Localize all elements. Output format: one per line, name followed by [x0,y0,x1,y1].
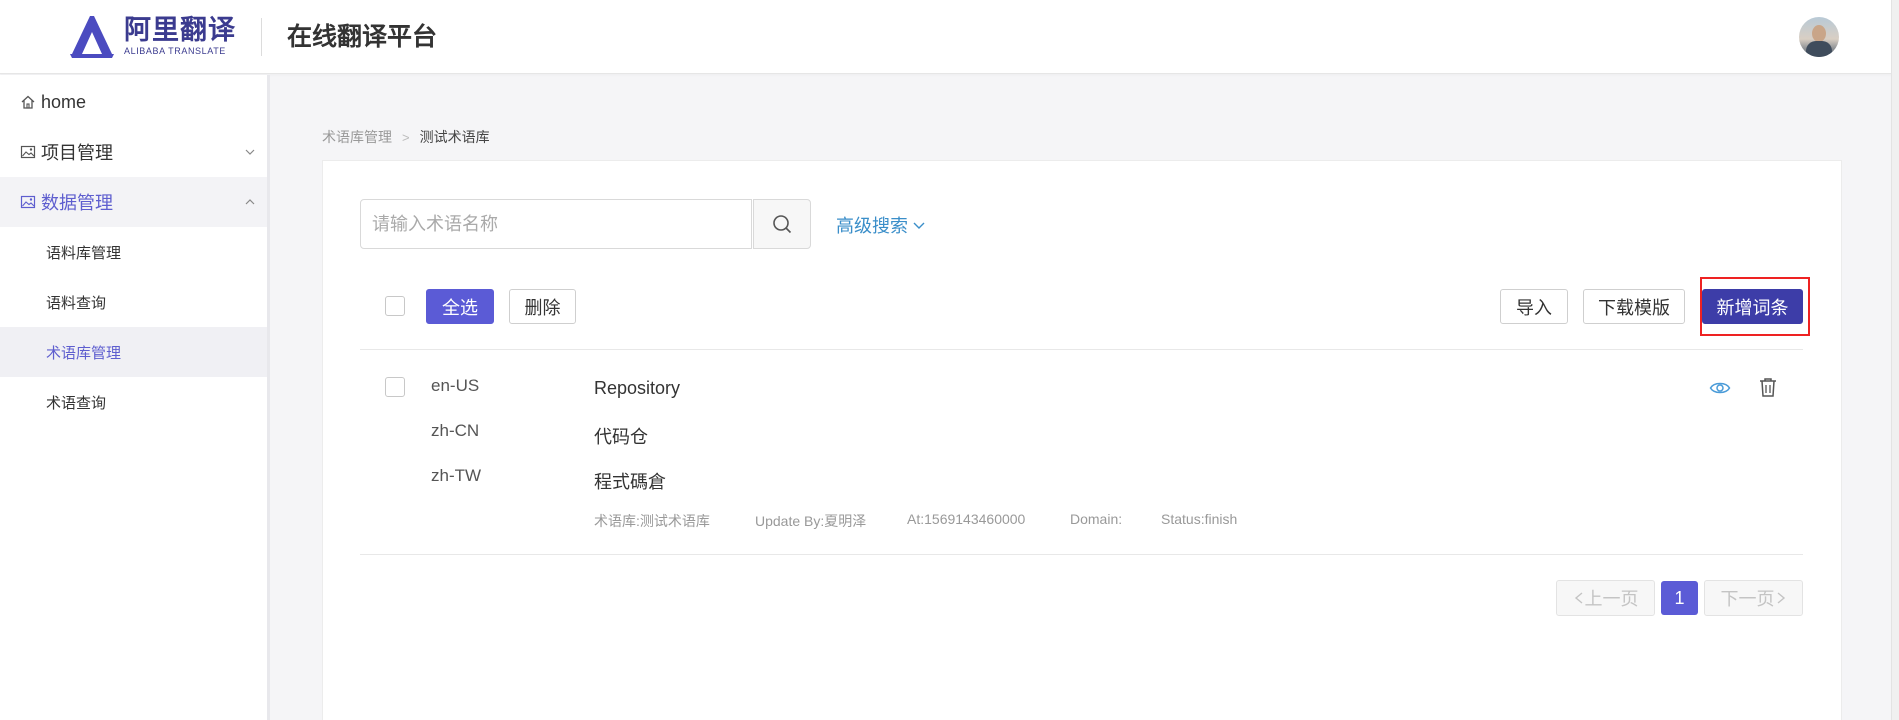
sidebar-item-label: 数据管理 [41,193,113,213]
search-button[interactable] [753,199,811,249]
avatar-face [1812,25,1826,42]
top-header: 阿里翻译 ALIBABA TRANSLATE 在线翻译平台 [0,0,1899,74]
entry-status: Status:finish [1161,511,1238,527]
add-entry-highlight-frame [1700,277,1810,336]
sidebar-subitem-corpus-management[interactable]: 语料库管理 [0,227,267,277]
term-search-input[interactable] [360,199,752,249]
breadcrumb-separator: > [402,129,410,145]
entry-lang-code: en-US [431,376,480,395]
breadcrumb: 术语库管理 > 测试术语库 [322,127,490,147]
entry-term-text: Repository [594,378,681,398]
entry-lang-code: zh-TW [431,466,482,485]
select-all-button[interactable]: 全选 [426,289,494,324]
entry-timestamp: At:1569143460000 [907,511,1026,527]
select-all-checkbox[interactable] [385,296,405,316]
delete-button[interactable]: 删除 [509,289,576,324]
sidebar-subitem-termbase-management[interactable]: 术语库管理 [0,327,267,377]
entry-checkbox[interactable] [385,377,405,397]
logo-mark-icon [70,16,114,58]
header-divider [261,18,262,56]
logo-chinese-name: 阿里翻译 [124,15,236,45]
entry-domain: Domain: [1070,511,1123,527]
entry-update-by: Update By:夏明泽 [755,513,867,529]
next-page-label: 下一页 [1720,589,1775,609]
sidebar-subitem-label: 语料库管理 [46,244,122,262]
next-page-button[interactable]: 下一页 [1704,580,1803,616]
chevron-down-icon [245,149,255,155]
breadcrumb-current: 测试术语库 [419,129,490,145]
entry-divider [360,554,1803,555]
trash-icon[interactable] [1757,376,1779,398]
home-icon [21,95,35,109]
breadcrumb-parent-link[interactable]: 术语库管理 [322,127,392,147]
entry-term-text: 程式碼倉 [594,472,666,492]
entry-lang-code: zh-CN [431,421,480,440]
sidebar-subitem-term-query[interactable]: 术语查询 [0,377,267,427]
advanced-search-link[interactable]: 高级搜索 [836,212,926,238]
avatar-body [1806,41,1832,57]
prev-page-button[interactable]: 上一页 [1556,580,1655,616]
prev-page-label: 上一页 [1584,589,1639,609]
page-scrollbar[interactable] [1891,0,1899,720]
sidebar-item-data-management[interactable]: 数据管理 [0,177,267,227]
chevron-right-icon [1777,592,1785,604]
chevron-up-icon [245,199,255,205]
logo-english-name: ALIBABA TRANSLATE [124,46,226,56]
advanced-search-label: 高级搜索 [836,216,908,236]
sidebar-subitem-label: 语料查询 [46,294,107,312]
sidebar-item-label: home [41,91,87,112]
sidebar-item-label: 项目管理 [41,143,113,163]
sidebar-subitem-corpus-query[interactable]: 语料查询 [0,277,267,327]
toolbar-divider [360,349,1803,350]
sidebar-subitem-label: 术语查询 [46,394,107,412]
entry-termbase: 术语库:测试术语库 [594,513,710,529]
sidebar-item-home[interactable]: home [0,77,267,127]
chevron-down-icon [913,222,925,229]
entry-term-text: 代码仓 [594,427,648,447]
user-avatar[interactable] [1799,17,1839,57]
search-icon [773,215,792,234]
download-template-button[interactable]: 下载模版 [1583,289,1685,324]
sidebar: home 项目管理 数据管理 语料库管理 语料查询 术语库管理 术语查询 [0,75,270,720]
import-button[interactable]: 导入 [1500,289,1568,324]
chevron-left-icon [1574,592,1582,604]
alibaba-translate-logo[interactable]: 阿里翻译 ALIBABA TRANSLATE [68,14,236,58]
sidebar-subitem-label: 术语库管理 [46,344,122,362]
logo-text: 阿里翻译 ALIBABA TRANSLATE [124,15,236,57]
platform-title: 在线翻译平台 [287,23,438,51]
image-icon [20,145,36,159]
eye-icon[interactable] [1709,377,1731,399]
image-icon [20,195,36,209]
page-number-current[interactable]: 1 [1661,581,1698,615]
sidebar-item-project-management[interactable]: 项目管理 [0,127,267,177]
